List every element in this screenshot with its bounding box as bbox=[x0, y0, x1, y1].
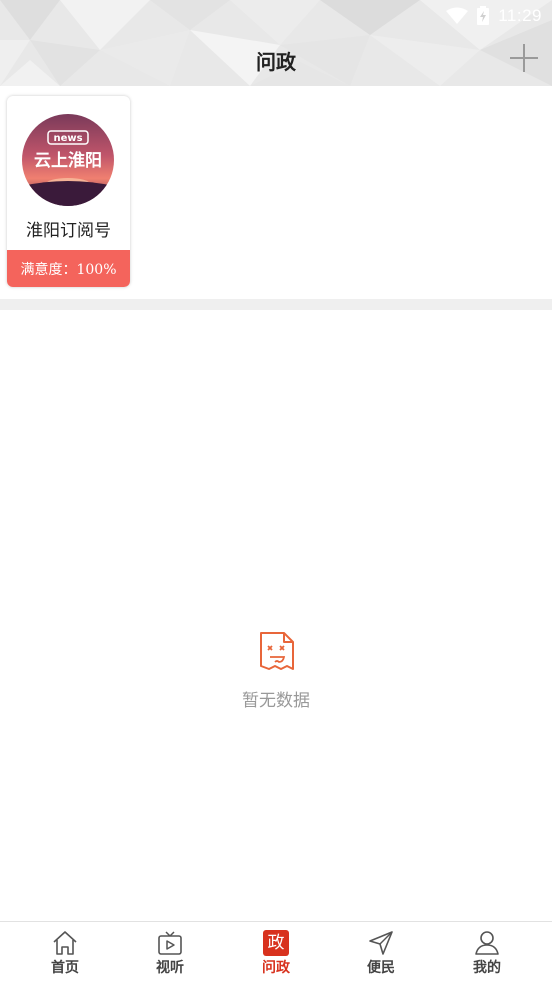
bottom-nav: 首页 视听 政 问政 便民 我的 bbox=[0, 921, 552, 981]
paper-plane-icon bbox=[369, 931, 393, 955]
satisfaction-text: 满意度：100% bbox=[20, 261, 117, 278]
avatar-top-text: news bbox=[53, 133, 82, 144]
nav-item-home[interactable]: 首页 bbox=[25, 922, 105, 981]
tv-icon bbox=[158, 931, 182, 955]
nav-label-services: 便民 bbox=[367, 960, 395, 976]
empty-state: 暂无数据 bbox=[0, 310, 552, 921]
empty-data-icon bbox=[260, 632, 294, 670]
nav-label-home: 首页 bbox=[51, 960, 79, 976]
battery-icon bbox=[477, 6, 490, 25]
nav-item-video[interactable]: 视听 bbox=[130, 922, 210, 981]
status-indicators: 11:29 bbox=[446, 4, 542, 28]
nav-item-wenzheng[interactable]: 政 问政 bbox=[236, 922, 316, 981]
account-name: 淮阳订阅号 bbox=[26, 221, 111, 241]
status-time: 11:29 bbox=[498, 6, 542, 25]
title-bar: 问政 bbox=[0, 36, 552, 84]
page-title: 问政 bbox=[256, 50, 296, 74]
empty-state-text: 暂无数据 bbox=[242, 691, 310, 711]
home-icon bbox=[53, 931, 77, 955]
nav-label-wenzheng: 问政 bbox=[262, 960, 290, 976]
satisfaction-badge: 满意度：100% bbox=[7, 250, 130, 287]
section-divider bbox=[0, 299, 552, 310]
nav-item-mine[interactable]: 我的 bbox=[447, 922, 527, 981]
status-bar: 11:29 bbox=[0, 0, 552, 32]
app-header: 11:29 问政 bbox=[0, 0, 552, 86]
nav-item-services[interactable]: 便民 bbox=[341, 922, 421, 981]
avatar-logo: news 云上淮阳 bbox=[22, 114, 114, 206]
wifi-icon bbox=[446, 7, 469, 24]
nav-label-mine: 我的 bbox=[473, 960, 501, 976]
subscription-accounts-section: news 云上淮阳 淮阳订阅号 满意度：100% bbox=[0, 86, 552, 299]
user-icon bbox=[475, 931, 499, 955]
zheng-badge-icon: 政 bbox=[263, 930, 289, 956]
account-card[interactable]: news 云上淮阳 淮阳订阅号 满意度：100% bbox=[7, 96, 130, 287]
avatar-main-text: 云上淮阳 bbox=[34, 151, 102, 171]
nav-label-video: 视听 bbox=[156, 960, 184, 976]
add-button[interactable] bbox=[508, 42, 540, 74]
account-avatar: news 云上淮阳 bbox=[22, 114, 114, 206]
